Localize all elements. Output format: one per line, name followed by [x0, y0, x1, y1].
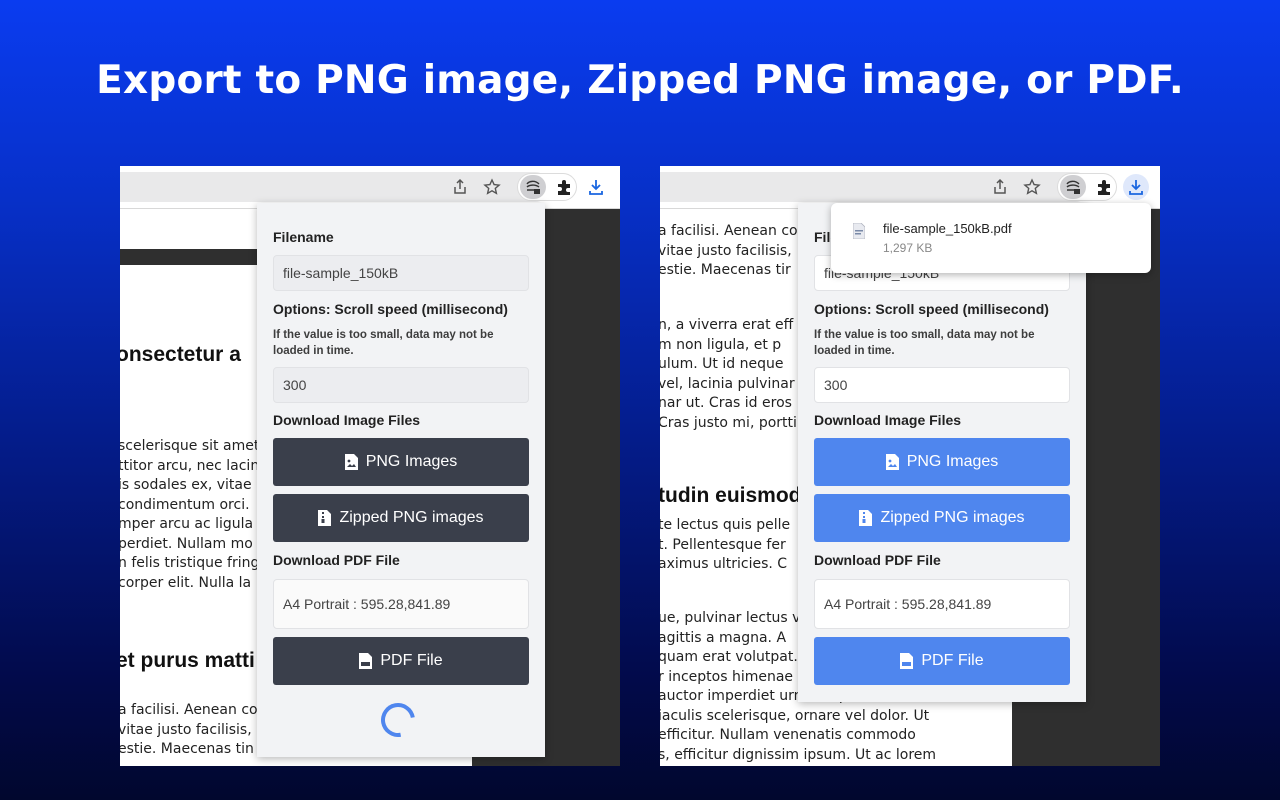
zipped-png-button[interactable]: Zipped PNG images: [814, 494, 1070, 542]
headline: Export to PNG image, Zipped PNG image, o…: [96, 58, 1184, 103]
pdf-file-label: PDF File: [380, 652, 443, 669]
options-label: Options: Scroll speed (millisecond): [273, 301, 508, 317]
puzzle-icon[interactable]: [1095, 178, 1113, 196]
options-note: If the value is too small, data may not …: [814, 329, 1035, 357]
png-images-label: PNG Images: [365, 453, 458, 470]
image-file-icon: [344, 454, 358, 470]
star-icon[interactable]: [1023, 178, 1041, 196]
download-icon[interactable]: [1127, 178, 1145, 196]
pdf-file-icon: [359, 653, 373, 669]
page-paragraph: a facilisi. Aenean co vitae justo facilis…: [660, 223, 798, 278]
pdf-file-icon: [900, 653, 914, 669]
scroll-speed-input[interactable]: 300: [814, 367, 1070, 403]
puzzle-icon[interactable]: [555, 178, 573, 196]
zip-file-icon: [859, 510, 873, 526]
download-icon[interactable]: [587, 178, 605, 196]
extension-popup: Filename file-sample_150kB Options: Scro…: [798, 203, 1086, 702]
page-heading: tudin euismod: [660, 484, 802, 507]
filename-input[interactable]: file-sample_150kB: [273, 255, 529, 291]
zip-file-icon: [318, 510, 332, 526]
scroll-speed-input[interactable]: 300: [273, 367, 529, 403]
page-heading: onsectetur a: [120, 343, 241, 366]
share-icon[interactable]: [991, 178, 1009, 196]
options-note: If the value is too small, data may not …: [273, 329, 494, 357]
page-paragraph: n, a viverra erat eff m non ligula, et p …: [660, 317, 797, 431]
filename-label: Filename: [273, 229, 334, 245]
zipped-png-button[interactable]: Zipped PNG images: [273, 494, 529, 542]
extension-icon[interactable]: [1064, 178, 1082, 196]
image-file-icon: [885, 454, 899, 470]
page-paragraph: scelerisque sit amet ttitor arcu, nec lac…: [120, 438, 260, 591]
image-section-label: Download Image Files: [814, 412, 962, 428]
extension-popup: Filename file-sample_150kB Options: Scro…: [257, 203, 545, 757]
pdf-file-button[interactable]: PDF File: [273, 637, 529, 685]
page-paragraph: te lectus quis pelle t. Pellentesque fer …: [660, 517, 791, 572]
left-screenshot: onsectetur a scelerisque sit amet ttitor …: [120, 166, 620, 766]
png-images-button[interactable]: PNG Images: [273, 438, 529, 486]
right-screenshot: a facilisi. Aenean co vitae justo facilis…: [660, 166, 1160, 766]
star-icon[interactable]: [483, 178, 501, 196]
loading-spinner: [374, 696, 422, 744]
options-label: Options: Scroll speed (millisecond): [814, 301, 1049, 317]
pdf-format-select[interactable]: A4 Portrait : 595.28,841.89: [814, 579, 1070, 629]
extension-icon[interactable]: [524, 178, 542, 196]
png-images-button[interactable]: PNG Images: [814, 438, 1070, 486]
share-icon[interactable]: [451, 178, 469, 196]
download-file-name[interactable]: file-sample_150kB.pdf: [883, 221, 1012, 236]
page-heading: et purus matti: [120, 649, 255, 672]
zipped-png-label: Zipped PNG images: [880, 509, 1025, 526]
download-bubble: file-sample_150kB.pdf 1,297 KB: [831, 203, 1151, 273]
png-images-label: PNG Images: [906, 453, 999, 470]
pdf-section-label: Download PDF File: [814, 552, 941, 568]
image-section-label: Download Image Files: [273, 412, 421, 428]
pdf-file-button[interactable]: PDF File: [814, 637, 1070, 685]
zipped-png-label: Zipped PNG images: [339, 509, 484, 526]
pdf-document-icon: [852, 222, 866, 240]
page-paragraph: a facilisi. Aenean co vitae justo facilis…: [120, 702, 258, 757]
download-file-size: 1,297 KB: [883, 241, 933, 255]
pdf-file-label: PDF File: [921, 652, 984, 669]
pdf-format-select[interactable]: A4 Portrait : 595.28,841.89: [273, 579, 529, 629]
pdf-section-label: Download PDF File: [273, 552, 400, 568]
